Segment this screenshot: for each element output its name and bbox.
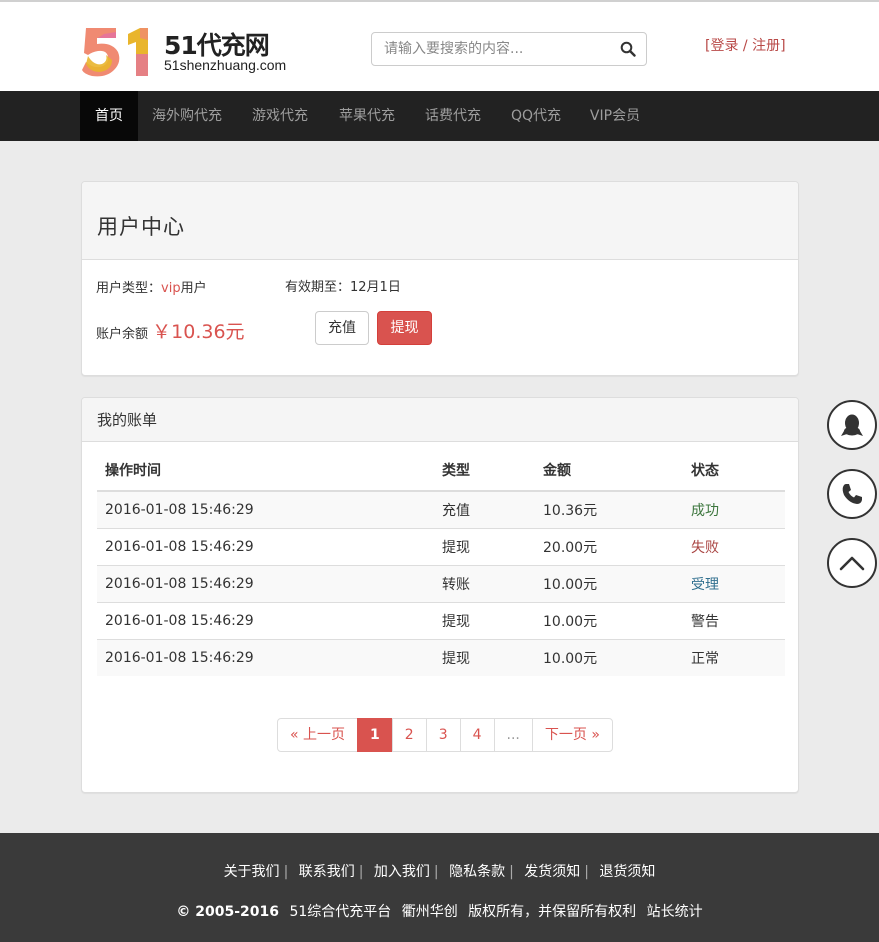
table-row: 2016-01-08 15:46:29 转账 10.00元 受理 [97,564,785,602]
register-link[interactable]: 注册 [752,38,780,54]
cell-type: 提现 [434,527,535,565]
table-row: 2016-01-08 15:46:29 提现 20.00元 失败 [97,527,785,565]
balance-label: 账户余额 [96,327,149,342]
table-row: 2016-01-08 15:46:29 充值 10.36元 成功 [97,490,785,528]
bill-title: 我的账单 [97,411,158,429]
expire-value: 12月1日 [350,280,401,295]
cell-status: 成功 [683,490,785,528]
copyright-company: 51综合代充平台 [289,904,392,920]
nav-item-home[interactable]: 首页 [80,91,138,141]
cell-amount: 10.36元 [535,490,683,528]
footer-link-contact[interactable]: 联系我们 [299,864,355,880]
column-header-type: 类型 [434,450,535,492]
page-link-2[interactable]: 2 [391,718,427,752]
prev-page-link[interactable]: « 上一页 [277,718,359,752]
page-ellipsis: ... [493,718,533,752]
user-type: 用户类型：vip用户 [96,277,207,296]
qq-contact-button[interactable] [827,400,877,450]
site-footer: 关于我们 | 联系我们 | 加入我们 | 隐私条款 | 发货须知 | 退货须知 © 200… [0,833,879,942]
chevron-up-icon [839,556,865,571]
copyright-location: 衢州华创 [401,904,458,920]
phone-icon [842,484,862,504]
footer-link-returns[interactable]: 退货须知 [599,864,655,880]
site-logo[interactable]: 51代充网 51shenzhuang.com [82,26,302,82]
copyright-years: © 2005-2016 [176,904,279,920]
bill-table: 操作时间 类型 金额 状态 2016-01-08 15:46:29 充值 10.… [97,450,785,676]
user-center-heading: 用户中心 [82,182,798,260]
table-header-row: 操作时间 类型 金额 状态 [97,450,785,492]
user-type-label: 用户类型： [96,281,162,296]
nav-item-qq[interactable]: QQ代充 [496,91,576,141]
footer-link-shipping[interactable]: 发货须知 [524,864,580,880]
cell-time: 2016-01-08 15:46:29 [97,527,434,565]
footer-link-join[interactable]: 加入我们 [374,864,430,880]
cell-type: 充值 [434,490,535,528]
withdraw-button[interactable]: 提现 [377,311,432,345]
page-link-4[interactable]: 4 [459,718,495,752]
page-link-3[interactable]: 3 [425,718,461,752]
bill-heading: 我的账单 [82,398,798,442]
search-box [371,32,647,66]
cell-time: 2016-01-08 15:46:29 [97,638,434,676]
cell-amount: 10.00元 [535,564,683,602]
recharge-button[interactable]: 充值 [315,311,369,345]
cell-time: 2016-01-08 15:46:29 [97,490,434,528]
user-center-title: 用户中心 [97,215,185,239]
copyright-rights: 版权所有，并保留所有权利 [468,904,637,920]
cell-status: 受理 [683,564,785,602]
balance-amount: ￥10.36元 [152,321,245,343]
next-page-link[interactable]: 下一页 » [531,718,613,752]
site-header: 51代充网 51shenzhuang.com [登录 / 注册] [0,0,879,91]
cell-type: 转账 [434,564,535,602]
cell-type: 提现 [434,638,535,676]
balance: 账户余额 ￥10.36元 [96,317,245,344]
column-header-time: 操作时间 [97,450,434,492]
cell-time: 2016-01-08 15:46:29 [97,601,434,639]
table-row: 2016-01-08 15:46:29 提现 10.00元 正常 [97,638,785,676]
nav-item-apple[interactable]: 苹果代充 [324,91,410,141]
nav-item-vip[interactable]: VIP会员 [576,91,654,141]
logo-51-mark [82,28,148,77]
cell-type: 提现 [434,601,535,639]
auth-links: [登录 / 注册] [705,38,786,54]
cell-time: 2016-01-08 15:46:29 [97,564,434,602]
table-row: 2016-01-08 15:46:29 提现 10.00元 警告 [97,601,785,639]
column-header-status: 状态 [683,450,785,492]
cell-status: 失败 [683,527,785,565]
phone-contact-button[interactable] [827,469,877,519]
footer-links: 关于我们 | 联系我们 | 加入我们 | 隐私条款 | 发货须知 | 退货须知 [223,864,656,880]
cell-status: 警告 [683,601,785,639]
auth-separator: / [742,38,748,54]
cell-amount: 10.00元 [535,638,683,676]
main-navbar: 首页 海外购代充 游戏代充 苹果代充 话费代充 QQ代充 VIP会员 [0,91,879,141]
footer-link-privacy[interactable]: 隐私条款 [449,864,505,880]
expire-label: 有效期至： [285,280,351,295]
cell-amount: 10.00元 [535,601,683,639]
search-icon[interactable] [620,41,636,57]
user-type-vip: vip [161,281,181,296]
user-type-suffix: 用户 [180,281,207,296]
search-input[interactable] [372,33,612,65]
cell-amount: 20.00元 [535,527,683,565]
back-to-top-button[interactable] [827,538,877,588]
nav-item-overseas[interactable]: 海外购代充 [138,91,236,141]
qq-icon [841,414,863,436]
site-stats-link[interactable]: 站长统计 [647,904,703,920]
footer-copyright: © 2005-2016 51综合代充平台 衢州华创 版权所有，并保留所有权利 站… [0,901,879,921]
expire-date: 有效期至：12月1日 [285,276,401,295]
page-link-1[interactable]: 1 [357,718,393,752]
column-header-amount: 金额 [535,450,683,492]
logo-domain: 51shenzhuang.com [164,57,287,73]
footer-link-about[interactable]: 关于我们 [224,864,280,880]
bill-panel: 我的账单 操作时间 类型 金额 状态 2016-01-08 15:46:29 充… [81,397,799,793]
login-link[interactable]: 登录 [710,38,738,54]
nav-item-games[interactable]: 游戏代充 [236,91,324,141]
cell-status: 正常 [683,638,785,676]
user-center-panel: 用户中心 用户类型：vip用户 有效期至：12月1日 账户余额 ￥10.36元 … [81,181,799,376]
nav-item-phone-bill[interactable]: 话费代充 [410,91,496,141]
pagination: « 上一页 1 2 3 4 ... 下一页 » [277,718,613,752]
